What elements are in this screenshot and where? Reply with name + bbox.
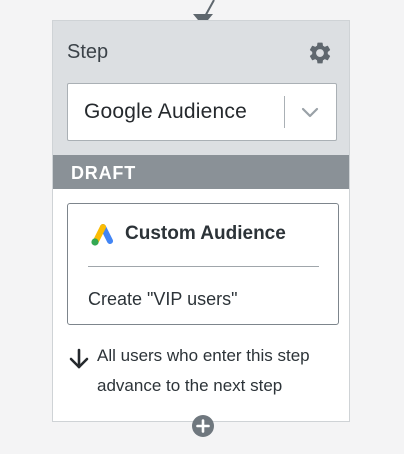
select-divider <box>284 96 285 128</box>
step-header: Step Google Audience <box>53 21 349 155</box>
step-label: Step <box>67 41 109 63</box>
status-bar: DRAFT <box>53 155 349 189</box>
action-description: Create "VIP users" <box>88 289 238 309</box>
google-ads-icon <box>91 224 113 246</box>
arrow-down-icon <box>69 348 89 369</box>
chevron-down-icon[interactable] <box>299 104 321 120</box>
action-title: Custom Audience <box>125 223 286 244</box>
step-type-select[interactable]: Google Audience <box>67 83 337 141</box>
status-label: DRAFT <box>71 163 136 183</box>
step-type-value: Google Audience <box>84 100 247 123</box>
action-card[interactable]: Custom Audience Create "VIP users" <box>67 203 339 325</box>
plus-circle-icon[interactable] <box>191 414 215 438</box>
step-card: Step Google Audience DRAFT Custom Audien… <box>52 20 350 422</box>
gear-icon[interactable] <box>307 40 333 66</box>
action-divider <box>88 266 319 267</box>
advance-rule-text: All users who enter this step advance to… <box>97 346 310 395</box>
